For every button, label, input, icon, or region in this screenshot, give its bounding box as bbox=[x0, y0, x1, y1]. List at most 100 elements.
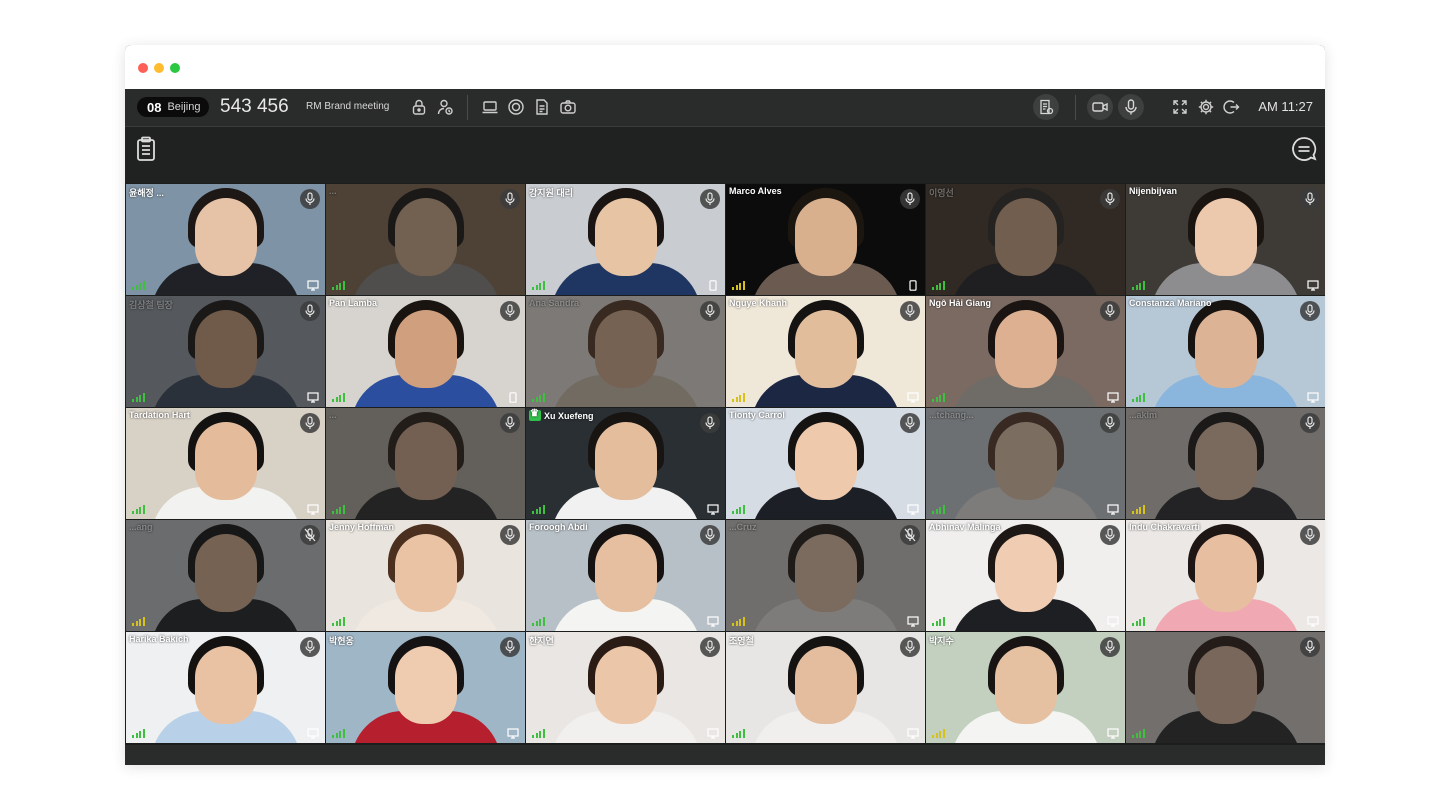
participant-tile[interactable]: Tardation Hart bbox=[126, 408, 325, 519]
participant-name: 박지수 bbox=[929, 634, 954, 647]
participant-tile[interactable]: Abhinav Malinga bbox=[926, 520, 1125, 631]
mic-icon[interactable] bbox=[700, 189, 720, 209]
participant-tile[interactable]: 이영선 bbox=[926, 184, 1125, 295]
clipboard-icon[interactable] bbox=[133, 135, 161, 163]
mic-icon[interactable] bbox=[900, 413, 920, 433]
participant-name: Ngô Hải Giang bbox=[929, 298, 991, 308]
signal-strength-icon bbox=[932, 503, 946, 514]
mic-icon[interactable] bbox=[500, 525, 520, 545]
mic-icon[interactable] bbox=[1100, 301, 1120, 321]
camera-icon[interactable] bbox=[559, 98, 577, 116]
window-maximize-button[interactable] bbox=[170, 63, 180, 73]
participant-name-text: Constanza Mariano bbox=[1129, 298, 1212, 308]
mic-icon[interactable] bbox=[1300, 301, 1320, 321]
participant-tile[interactable]: 한지연 bbox=[526, 632, 725, 743]
video-background bbox=[326, 184, 525, 295]
exit-icon[interactable] bbox=[1223, 98, 1241, 116]
fullscreen-icon[interactable] bbox=[1171, 98, 1189, 116]
video-button[interactable] bbox=[1087, 94, 1113, 120]
mic-icon[interactable] bbox=[700, 525, 720, 545]
laptop-share-icon[interactable] bbox=[481, 98, 499, 116]
mic-icon[interactable] bbox=[1100, 189, 1120, 209]
notes-button[interactable] bbox=[1033, 94, 1059, 120]
record-icon[interactable] bbox=[507, 98, 525, 116]
monitor-device-icon bbox=[507, 728, 519, 739]
participant-name: Nijenbijvan bbox=[1129, 186, 1177, 196]
mic-icon[interactable] bbox=[500, 413, 520, 433]
lock-icon[interactable] bbox=[410, 98, 428, 116]
participant-tile[interactable]: 박지수 bbox=[926, 632, 1125, 743]
participant-tile[interactable] bbox=[1126, 632, 1325, 743]
participant-tile[interactable]: Constanza Mariano bbox=[1126, 296, 1325, 407]
mic-button[interactable] bbox=[1118, 94, 1144, 120]
participant-tile[interactable]: 조영철 bbox=[726, 632, 925, 743]
participant-tile[interactable]: Jenny Hoffman bbox=[326, 520, 525, 631]
participant-hair bbox=[587, 300, 664, 360]
mic-icon[interactable] bbox=[300, 301, 320, 321]
participant-tile[interactable]: Xu Xuefeng bbox=[526, 408, 725, 519]
participant-tile[interactable]: Indu Chakravarti bbox=[1126, 520, 1325, 631]
signal-strength-icon bbox=[132, 727, 146, 738]
mic-icon[interactable] bbox=[300, 637, 320, 657]
monitor-device-icon bbox=[1107, 616, 1119, 627]
participant-tile[interactable]: 윤해정 ... bbox=[126, 184, 325, 295]
signal-strength-icon bbox=[132, 391, 146, 402]
participant-tile[interactable]: Marco Alves bbox=[726, 184, 925, 295]
signal-strength-icon bbox=[1132, 279, 1146, 290]
participant-tile[interactable]: Nguye Khanh bbox=[726, 296, 925, 407]
participant-tile[interactable]: Tionty Carrol bbox=[726, 408, 925, 519]
participant-name-text: ...ang bbox=[129, 522, 153, 532]
participant-tile[interactable]: ... bbox=[326, 408, 525, 519]
mic-icon[interactable] bbox=[900, 189, 920, 209]
participant-tile[interactable]: Ana Sandra bbox=[526, 296, 725, 407]
mic-icon[interactable] bbox=[1100, 637, 1120, 657]
mic-icon[interactable] bbox=[1100, 525, 1120, 545]
monitor-device-icon bbox=[907, 728, 919, 739]
participant-name: 이영선 bbox=[929, 186, 954, 199]
mic-icon[interactable] bbox=[700, 637, 720, 657]
participant-tile[interactable]: ... bbox=[326, 184, 525, 295]
mic-icon[interactable] bbox=[700, 413, 720, 433]
mic-icon[interactable] bbox=[1300, 525, 1320, 545]
video-background bbox=[926, 184, 1125, 295]
participant-tile[interactable]: Ngô Hải Giang bbox=[926, 296, 1125, 407]
mic-muted-icon[interactable] bbox=[900, 525, 920, 545]
participant-face bbox=[1194, 310, 1257, 388]
document-icon[interactable] bbox=[533, 98, 551, 116]
participant-tile[interactable]: ...akim bbox=[1126, 408, 1325, 519]
participant-face bbox=[1194, 534, 1257, 612]
participant-face bbox=[194, 310, 257, 388]
mic-icon[interactable] bbox=[1300, 637, 1320, 657]
participant-tile[interactable]: 김상철 팀장 bbox=[126, 296, 325, 407]
window-minimize-button[interactable] bbox=[154, 63, 164, 73]
chat-icon[interactable] bbox=[1290, 135, 1318, 163]
mic-icon[interactable] bbox=[1300, 189, 1320, 209]
monitor-device-icon bbox=[1307, 280, 1319, 291]
participant-hair bbox=[387, 188, 464, 248]
participant-face bbox=[1194, 646, 1257, 724]
mic-icon[interactable] bbox=[300, 413, 320, 433]
mic-icon[interactable] bbox=[900, 637, 920, 657]
participants-icon[interactable] bbox=[436, 98, 454, 116]
participant-tile[interactable]: ...tchang... bbox=[926, 408, 1125, 519]
participant-tile[interactable]: Harika Bakich bbox=[126, 632, 325, 743]
participant-body bbox=[950, 263, 1101, 295]
mic-icon[interactable] bbox=[700, 301, 720, 321]
participant-tile[interactable]: 강지원 대리 bbox=[526, 184, 725, 295]
participant-tile[interactable]: ...Cruz bbox=[726, 520, 925, 631]
participant-tile[interactable]: Foroogh Abdi bbox=[526, 520, 725, 631]
mic-icon[interactable] bbox=[500, 189, 520, 209]
participant-tile[interactable]: ...ang bbox=[126, 520, 325, 631]
mic-icon[interactable] bbox=[900, 301, 920, 321]
participant-tile[interactable]: Pan Lamba bbox=[326, 296, 525, 407]
mic-icon[interactable] bbox=[500, 301, 520, 321]
mic-muted-icon[interactable] bbox=[300, 525, 320, 545]
settings-icon[interactable] bbox=[1197, 98, 1215, 116]
participant-tile[interactable]: 박현옹 bbox=[326, 632, 525, 743]
mic-icon[interactable] bbox=[300, 189, 320, 209]
mic-icon[interactable] bbox=[1100, 413, 1120, 433]
mic-icon[interactable] bbox=[1300, 413, 1320, 433]
mic-icon[interactable] bbox=[500, 637, 520, 657]
window-close-button[interactable] bbox=[138, 63, 148, 73]
participant-tile[interactable]: Nijenbijvan bbox=[1126, 184, 1325, 295]
